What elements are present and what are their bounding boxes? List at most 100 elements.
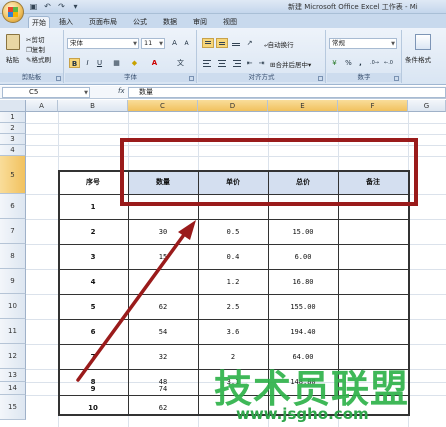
table-cell-unit-price[interactable]: 1.2 — [198, 269, 268, 294]
row-header-4[interactable]: 4 — [0, 145, 26, 156]
table-cell-remark[interactable] — [338, 244, 408, 269]
table-cell-quantity[interactable]: 32 — [128, 344, 198, 369]
align-bottom-icon[interactable] — [230, 38, 242, 48]
table-cell-quantity[interactable]: 15 — [128, 244, 198, 269]
row-header-15[interactable]: 15 — [0, 395, 26, 420]
align-right-icon[interactable] — [230, 58, 242, 68]
cut-button[interactable]: ✂剪切 — [26, 34, 44, 44]
row-header-13[interactable]: 13 — [0, 369, 26, 382]
table-cell-total-price[interactable]: 194.40 — [268, 319, 338, 344]
tab-insert[interactable]: 插入 — [56, 16, 76, 28]
increase-decimal-icon[interactable]: .0→ — [369, 58, 380, 68]
align-left-icon[interactable] — [202, 58, 214, 68]
tab-page-layout[interactable]: 页面布局 — [86, 16, 120, 28]
tab-home[interactable]: 开始 — [28, 16, 50, 28]
table-cell-unit-price[interactable]: 3.6 — [198, 319, 268, 344]
alignment-launcher-icon[interactable] — [318, 76, 323, 81]
row-header-1[interactable]: 1 — [0, 112, 26, 123]
table-cell-unit-price[interactable]: 0.4 — [198, 244, 268, 269]
table-cell-index[interactable]: 3 — [58, 244, 128, 269]
column-header-b[interactable]: B — [58, 100, 128, 112]
row-header-6[interactable]: 6 — [0, 194, 26, 219]
number-format-select[interactable]: 常规 ▼ — [329, 38, 397, 49]
currency-icon[interactable]: ¥ — [329, 58, 340, 68]
bold-button[interactable]: B — [69, 58, 80, 68]
wrap-text-button[interactable]: ⤶自动换行 — [264, 39, 294, 50]
align-middle-icon[interactable] — [216, 38, 228, 48]
row-header-9[interactable]: 9 — [0, 269, 26, 294]
header-cell-index[interactable]: 序号 — [58, 170, 128, 194]
merge-center-button[interactable]: ⊞合并后居中▾ — [270, 59, 311, 69]
fill-color-icon[interactable]: ◆ — [129, 58, 140, 68]
table-cell-total-price[interactable]: 16.80 — [268, 269, 338, 294]
column-header-f[interactable]: F — [338, 100, 408, 112]
paste-icon[interactable] — [6, 34, 20, 50]
office-button[interactable] — [2, 1, 24, 23]
row-header-7[interactable]: 7 — [0, 219, 26, 244]
table-cell-unit-price[interactable]: 2.5 — [198, 294, 268, 319]
tab-view[interactable]: 视图 — [220, 16, 240, 28]
font-launcher-icon[interactable] — [189, 76, 194, 81]
paste-button[interactable]: 粘贴 — [6, 54, 19, 64]
row-header-14[interactable]: 14 — [0, 382, 26, 395]
insert-function-button[interactable]: fx — [118, 87, 125, 95]
row-header-5[interactable]: 5 — [0, 156, 26, 194]
number-launcher-icon[interactable] — [394, 76, 399, 81]
table-cell-quantity[interactable]: 30 — [128, 219, 198, 244]
row-header-3[interactable]: 3 — [0, 134, 26, 145]
comma-button[interactable]: , — [355, 58, 366, 68]
font-color-button[interactable]: A — [149, 58, 160, 68]
customize-qat-icon[interactable]: ▾ — [70, 2, 81, 12]
table-cell-index[interactable]: 2 — [58, 219, 128, 244]
clipboard-launcher-icon[interactable] — [56, 76, 61, 81]
percent-button[interactable]: % — [343, 58, 354, 68]
conditional-format-icon[interactable] — [415, 34, 431, 50]
table-cell-quantity[interactable]: 62 — [128, 294, 198, 319]
column-header-g[interactable]: G — [408, 100, 446, 112]
format-painter-button[interactable]: ✎格式刷 — [26, 54, 51, 64]
border-icon[interactable]: ▦ — [111, 58, 122, 68]
conditional-format-button[interactable]: 条件格式 — [405, 54, 431, 64]
table-cell-remark[interactable] — [338, 269, 408, 294]
font-name-select[interactable]: 宋体 ▼ — [67, 38, 139, 49]
table-cell-total-price[interactable]: 15.00 — [268, 219, 338, 244]
row-header-8[interactable]: 8 — [0, 244, 26, 269]
table-cell-index[interactable]: 6 — [58, 319, 128, 344]
table-cell-index[interactable]: 5 — [58, 294, 128, 319]
name-box[interactable]: C5 ▼ — [2, 87, 90, 98]
italic-button[interactable]: I — [82, 58, 93, 68]
undo-icon[interactable]: ↶ — [42, 2, 53, 12]
grow-font-button[interactable]: A — [169, 38, 180, 48]
column-header-d[interactable]: D — [198, 100, 268, 112]
table-cell-index[interactable]: 7 — [58, 344, 128, 369]
table-cell-index[interactable]: 9 — [58, 382, 128, 395]
tab-review[interactable]: 审阅 — [190, 16, 210, 28]
table-cell-total-price[interactable]: 155.00 — [268, 294, 338, 319]
table-cell-remark[interactable] — [338, 294, 408, 319]
column-header-e[interactable]: E — [268, 100, 338, 112]
table-cell-remark[interactable] — [338, 219, 408, 244]
table-cell-quantity[interactable]: 74 — [128, 382, 198, 395]
increase-indent-icon[interactable]: ⇥ — [256, 58, 267, 68]
tab-formulas[interactable]: 公式 — [130, 16, 150, 28]
table-cell-quantity[interactable] — [128, 269, 198, 294]
row-header-2[interactable]: 2 — [0, 123, 26, 134]
redo-icon[interactable]: ↷ — [56, 2, 67, 12]
font-size-select[interactable]: 11 ▼ — [141, 38, 165, 49]
formula-input[interactable]: 数量 — [128, 87, 446, 98]
column-header-a[interactable]: A — [26, 100, 58, 112]
decrease-indent-icon[interactable]: ⇤ — [244, 58, 255, 68]
decrease-decimal-icon[interactable]: ←.0 — [383, 58, 394, 68]
row-header-12[interactable]: 12 — [0, 344, 26, 369]
column-header-c[interactable]: C — [128, 100, 198, 112]
shrink-font-button[interactable]: A — [181, 39, 192, 49]
align-center-icon[interactable] — [216, 58, 228, 68]
copy-button[interactable]: ❐复制 — [26, 44, 45, 54]
align-top-icon[interactable] — [202, 38, 214, 48]
table-cell-quantity[interactable]: 62 — [128, 395, 198, 420]
table-cell-quantity[interactable]: 54 — [128, 319, 198, 344]
row-header-10[interactable]: 10 — [0, 294, 26, 319]
underline-button[interactable]: U — [94, 58, 105, 68]
select-all-corner[interactable] — [0, 100, 26, 112]
row-header-11[interactable]: 11 — [0, 319, 26, 344]
